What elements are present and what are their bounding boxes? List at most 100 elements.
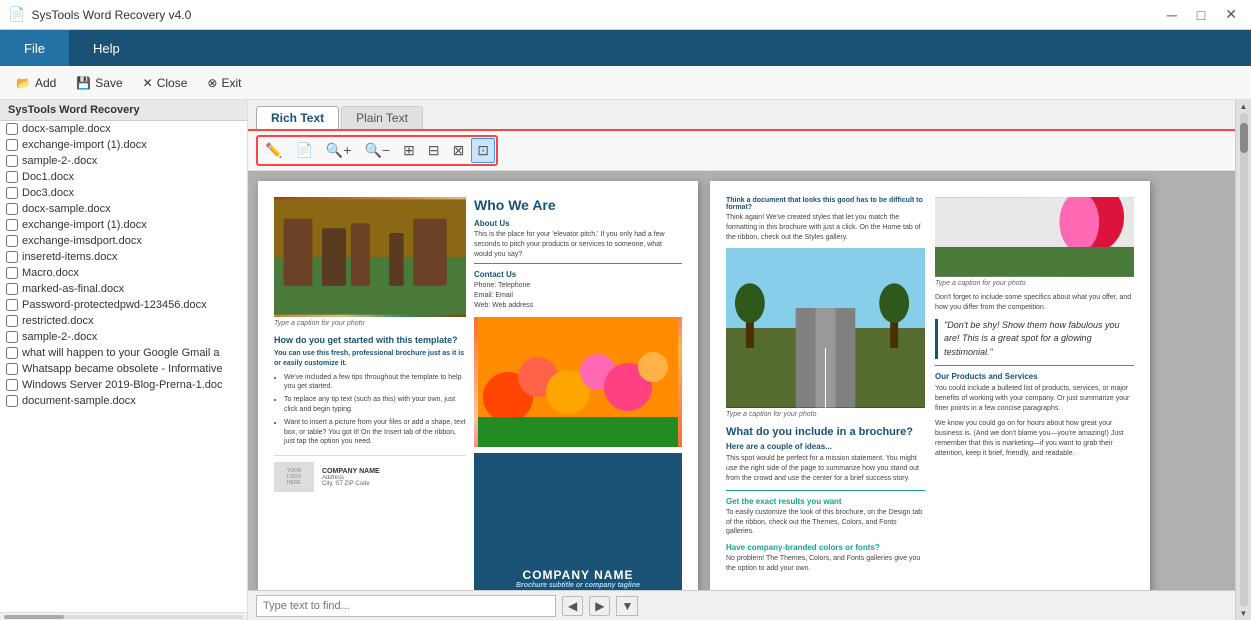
file-checkbox[interactable] <box>6 123 18 135</box>
dont-forget-text: Don't forget to include some specifics a… <box>935 293 1134 313</box>
file-checkbox[interactable] <box>6 395 18 407</box>
photo-caption-1: Type a caption for your photo <box>274 320 466 327</box>
list-item[interactable]: exchange-import (1).docx <box>0 217 247 233</box>
minimize-button[interactable]: ─ <box>1161 4 1183 25</box>
pencil-button[interactable]: ✏️ <box>259 138 288 163</box>
zoom-out-button[interactable]: 🔍− <box>358 138 396 163</box>
grid3-button[interactable]: ⊠ <box>447 138 471 163</box>
doc-page-2: Think a document that looks this good ha… <box>710 181 1150 590</box>
zoom-in-button[interactable]: 🔍+ <box>320 138 358 163</box>
contact-details: Phone: TelephoneEmail: EmailWeb: Web add… <box>474 281 682 310</box>
close-icon: ✕ <box>143 76 153 90</box>
logo-placeholder: YOURLOGOHERE <box>274 462 314 492</box>
page-button[interactable]: 📄 <box>289 138 318 163</box>
bullet-list: We've included a few tips throughout the… <box>284 373 466 448</box>
how-heading: How do you get started with this templat… <box>274 335 466 345</box>
list-item[interactable]: docx-sample.docx <box>0 121 247 137</box>
file-checkbox[interactable] <box>6 219 18 231</box>
maximize-button[interactable]: □ <box>1191 4 1211 25</box>
list-item[interactable]: exchange-imsdport.docx <box>0 233 247 249</box>
company-name-box: COMPANY NAME Brochure subtitle or compan… <box>474 453 682 590</box>
tab-plain-text[interactable]: Plain Text <box>341 106 423 129</box>
list-item[interactable]: marked-as-final.docx <box>0 281 247 297</box>
find-prev-button[interactable]: ◀ <box>562 596 583 616</box>
scroll-thumb[interactable] <box>1240 123 1248 153</box>
menu-help[interactable]: Help <box>69 30 144 66</box>
grid1-button[interactable]: ⊞ <box>397 138 421 163</box>
file-checkbox[interactable] <box>6 187 18 199</box>
page1-right: Who We Are About Us This is the place fo… <box>474 197 682 590</box>
file-checkbox[interactable] <box>6 235 18 247</box>
tab-rich-text[interactable]: Rich Text <box>256 106 339 129</box>
find-input[interactable] <box>256 595 556 617</box>
sidebar-scroll-track[interactable] <box>4 615 243 619</box>
sidebar: SysTools Word Recovery docx-sample.docx … <box>0 100 248 620</box>
footer-company-name: COMPANY NAME <box>322 468 380 475</box>
logo-text: YOURLOGOHERE <box>287 468 301 486</box>
file-checkbox[interactable] <box>6 379 18 391</box>
list-item[interactable]: Whatsapp became obsolete - Informative <box>0 361 247 377</box>
branded-text: No problem! The Themes, Colors, and Font… <box>726 554 925 574</box>
file-checkbox[interactable] <box>6 155 18 167</box>
list-item[interactable]: document-sample.docx <box>0 393 247 409</box>
file-checkbox[interactable] <box>6 283 18 295</box>
find-bar: ◀ ▶ ▼ <box>248 590 1235 620</box>
grid4-button[interactable]: ⊡ <box>471 138 495 163</box>
close-window-button[interactable]: ✕ <box>1219 4 1243 25</box>
scroll-up-arrow[interactable]: ▲ <box>1240 102 1248 111</box>
file-list: docx-sample.docx exchange-import (1).doc… <box>0 121 247 612</box>
list-item[interactable]: sample-2-.docx <box>0 329 247 345</box>
list-item[interactable]: exchange-import (1).docx <box>0 137 247 153</box>
what-include-heading: What do you include in a brochure? <box>726 426 925 438</box>
file-checkbox[interactable] <box>6 315 18 327</box>
menu-bar: File Help <box>0 30 1251 66</box>
file-checkbox[interactable] <box>6 363 18 375</box>
think-text: Think again! We've created styles that l… <box>726 213 925 242</box>
exit-button[interactable]: ⊗ Exit <box>199 72 249 94</box>
sidebar-title: SysTools Word Recovery <box>0 100 247 121</box>
list-item[interactable]: Password-protectedpwd-123456.docx <box>0 297 247 313</box>
save-button[interactable]: 💾 Save <box>68 72 130 94</box>
list-item[interactable]: Windows Server 2019-Blog-Prerna-1.doc <box>0 377 247 393</box>
ideas-text: This spot would be perfect for a mission… <box>726 454 925 483</box>
flowers-photo <box>474 317 682 447</box>
branded-colors-heading: Have company-branded colors or fonts? <box>726 543 925 552</box>
list-item[interactable]: what will happen to your Google Gmail a <box>0 345 247 361</box>
file-checkbox[interactable] <box>6 203 18 215</box>
file-checkbox[interactable] <box>6 347 18 359</box>
find-next-button[interactable]: ▶ <box>589 596 610 616</box>
find-options-button[interactable]: ▼ <box>616 596 638 616</box>
grid2-button[interactable]: ⊟ <box>422 138 446 163</box>
list-item[interactable]: docx-sample.docx <box>0 201 247 217</box>
list-item[interactable]: sample-2-.docx <box>0 153 247 169</box>
bullet-item: Want to insert a picture from your files… <box>284 418 466 447</box>
file-checkbox[interactable] <box>6 299 18 311</box>
file-checkbox[interactable] <box>6 267 18 279</box>
list-item[interactable]: inseretd-items.docx <box>0 249 247 265</box>
right-panel: Rich Text Plain Text ✏️ 📄 🔍+ 🔍− ⊞ ⊟ ⊠ ⊡ <box>248 100 1251 620</box>
photo-left <box>274 197 466 317</box>
document-preview[interactable]: Type a caption for your photo How do you… <box>248 171 1235 590</box>
list-item[interactable]: restricted.docx <box>0 313 247 329</box>
scroll-track[interactable] <box>1240 113 1248 607</box>
view-btn-group: ✏️ 📄 🔍+ 🔍− ⊞ ⊟ ⊠ ⊡ <box>256 135 498 166</box>
list-item[interactable]: Doc3.docx <box>0 185 247 201</box>
who-we-are-title: Who We Are <box>474 197 682 213</box>
close-button[interactable]: ✕ Close <box>135 72 196 94</box>
vertical-scrollbar[interactable]: ▲ ▼ <box>1235 100 1251 620</box>
add-button[interactable]: 📂 Add <box>8 72 64 94</box>
menu-file[interactable]: File <box>0 30 69 66</box>
doc-page-1: Type a caption for your photo How do you… <box>258 181 698 590</box>
file-checkbox[interactable] <box>6 251 18 263</box>
file-checkbox[interactable] <box>6 171 18 183</box>
page2-right-text: Don't forget to include some specifics a… <box>935 293 1134 313</box>
file-checkbox[interactable] <box>6 331 18 343</box>
list-item[interactable]: Macro.docx <box>0 265 247 281</box>
tabs-bar: Rich Text Plain Text <box>248 100 1235 131</box>
file-checkbox[interactable] <box>6 139 18 151</box>
sidebar-scroll-thumb[interactable] <box>4 615 64 619</box>
scroll-down-arrow[interactable]: ▼ <box>1240 609 1248 618</box>
list-item[interactable]: Doc1.docx <box>0 169 247 185</box>
footer-address: AddressCity, ST ZIP Code <box>322 475 380 487</box>
sidebar-scrollbar <box>0 612 247 620</box>
